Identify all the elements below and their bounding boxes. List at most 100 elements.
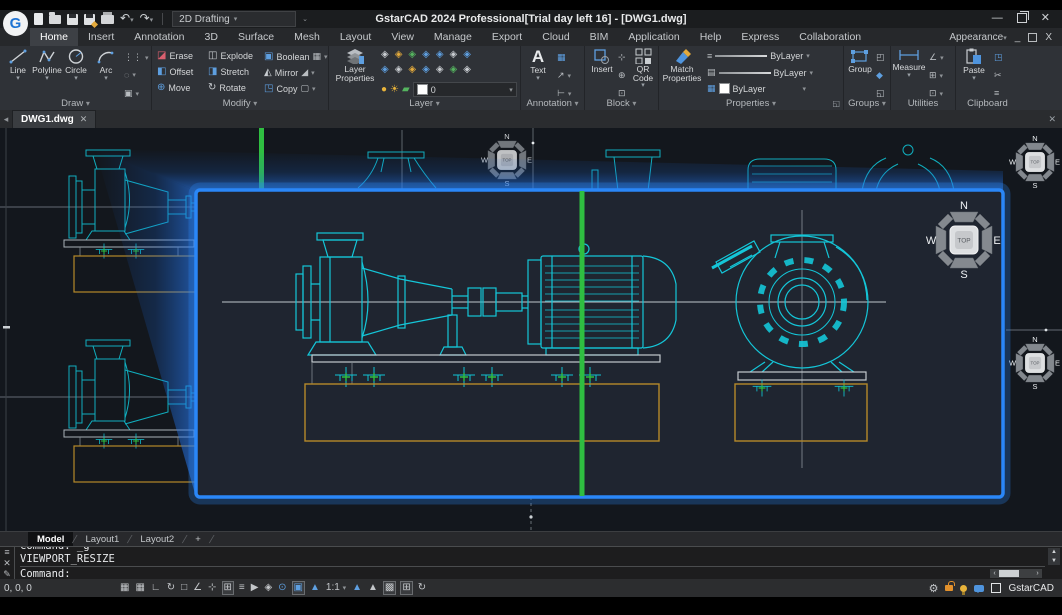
command-horizontal-scrollbar[interactable]: ‹ ›	[990, 569, 1042, 578]
paste-button[interactable]: Paste▾	[960, 48, 988, 94]
tab-layout[interactable]: Layout	[330, 28, 382, 46]
match-properties-button[interactable]: Match Properties	[663, 48, 701, 94]
tab-surface[interactable]: Surface	[228, 28, 284, 46]
tab-scroll-left-icon[interactable]: ◂	[0, 110, 12, 128]
stretch-button[interactable]: ◨Stretch	[208, 67, 249, 77]
docbar-close-icon[interactable]: ✕	[1048, 110, 1062, 128]
draw-more-tools[interactable]: ⋮⋮▾	[124, 52, 149, 63]
boolean-button[interactable]: ▣Boolean▦▾	[264, 51, 328, 62]
mirror-button[interactable]: ◭Mirror◢▾	[264, 67, 315, 78]
arc-button[interactable]: Arc▾	[92, 48, 120, 94]
layer-tools-row2[interactable]: ◈◈◈◈◈◈◈	[381, 65, 471, 75]
qr-code-button[interactable]: QR Code▾	[629, 48, 657, 94]
line-button[interactable]: Line▾	[4, 48, 32, 94]
utility-angle-tool[interactable]: ∠▾	[929, 52, 944, 63]
layer-thaw-icon[interactable]: ☀	[390, 85, 399, 95]
qat-customize-icon[interactable]: ⌄	[302, 15, 308, 23]
tab-insert[interactable]: Insert	[78, 28, 124, 46]
tab-view[interactable]: View	[381, 28, 424, 46]
draw-ellipse-tools[interactable]: ◌▾	[124, 70, 136, 80]
circle-button[interactable]: Circle▾	[62, 48, 90, 94]
selection-cycling-icon[interactable]: ▶	[250, 582, 260, 594]
polar-tracking-icon[interactable]: ↻	[166, 582, 176, 594]
group-button[interactable]: Group	[846, 48, 874, 94]
paste-special-tool[interactable]: ≡	[994, 88, 999, 98]
tab-home[interactable]: Home	[30, 28, 78, 46]
lineweight-display-icon[interactable]: ≡	[238, 582, 246, 594]
tab-layout2[interactable]: Layout2	[131, 532, 183, 547]
panel-label-properties[interactable]: Properties ▾	[659, 98, 843, 109]
panel-label-block[interactable]: Block ▾	[585, 98, 658, 109]
isolate-objects-icon[interactable]: ◈	[263, 582, 273, 594]
appearance-menu[interactable]: Appearance▾	[949, 32, 1006, 43]
block-attribute-tool[interactable]: ⊹	[618, 52, 626, 63]
workspace-switcher[interactable]: 2D Drafting ▾	[172, 11, 296, 27]
annotation-scale-icon[interactable]: ▲	[309, 582, 321, 594]
lineweight-row[interactable]: ▤ByLayer▾	[707, 67, 813, 78]
panel-label-draw[interactable]: Draw ▾	[0, 98, 151, 109]
copy-clip-tool[interactable]: ◳	[994, 52, 1003, 63]
tab-model[interactable]: Model	[28, 532, 73, 547]
scroll-right-icon[interactable]: ›	[1033, 569, 1042, 578]
tab-add-layout[interactable]: +	[186, 532, 210, 547]
doc-close-button[interactable]: X	[1045, 32, 1052, 43]
annotation-leader-tool[interactable]: ↗▾	[557, 70, 571, 81]
command-close-icon[interactable]: ✕	[3, 559, 11, 568]
command-vertical-spinner[interactable]: ▲▼	[1048, 548, 1060, 565]
app-logo[interactable]: G	[3, 11, 28, 36]
tab-cloud[interactable]: Cloud	[532, 28, 579, 46]
scroll-left-icon[interactable]: ‹	[990, 569, 999, 578]
restore-button[interactable]	[1017, 13, 1027, 26]
settings-gear-icon[interactable]: ⚙	[929, 582, 939, 595]
unlock-icon[interactable]	[945, 585, 953, 591]
workspace-grid-icon[interactable]: ▩	[383, 581, 396, 595]
annotation-visibility-icon[interactable]: ▲	[351, 582, 363, 594]
layer-properties-button[interactable]: Layer Properties	[333, 48, 377, 94]
redo-icon[interactable]: ↷▾	[140, 12, 154, 27]
open-file-icon[interactable]	[49, 15, 61, 24]
rotate-button[interactable]: ↻Rotate	[208, 83, 246, 93]
utility-calculator-tool[interactable]: ⊞▾	[929, 70, 943, 81]
quick-properties-icon[interactable]: ⊞	[400, 581, 412, 595]
viewport-tool-icon[interactable]: ▣	[292, 581, 305, 595]
cut-clip-tool[interactable]: ✂	[994, 70, 1002, 81]
group-edit-tool[interactable]: ◆	[876, 70, 883, 81]
auto-annotation-icon[interactable]: ▲	[367, 582, 379, 594]
tab-application[interactable]: Application	[618, 28, 689, 46]
properties-dialog-launcher[interactable]: ◱	[832, 99, 840, 108]
tab-manage[interactable]: Manage	[424, 28, 482, 46]
layer-dropdown[interactable]: 0 ▾	[413, 82, 517, 97]
close-button[interactable]: ✕	[1041, 13, 1050, 26]
object-tracking-icon[interactable]: ⊹	[207, 582, 217, 594]
annotation-table-tool[interactable]: ▦	[557, 52, 566, 63]
doc-minimize-button[interactable]: _	[1015, 32, 1021, 43]
scroll-thumb[interactable]	[999, 570, 1019, 577]
tab-help[interactable]: Help	[690, 28, 732, 46]
annotation-scale-value[interactable]: 1:1 ▾	[325, 582, 347, 595]
erase-button[interactable]: ◪Erase	[157, 51, 193, 61]
document-tab-dwg1[interactable]: DWG1.dwg ✕	[12, 110, 96, 128]
fullscreen-frame-icon[interactable]	[991, 583, 1001, 593]
feedback-chat-icon[interactable]	[974, 585, 984, 592]
tab-3d[interactable]: 3D	[195, 28, 228, 46]
tab-layout1[interactable]: Layout1	[77, 532, 129, 547]
explode-button[interactable]: ◫Explode	[208, 51, 253, 61]
tips-bulb-icon[interactable]	[960, 585, 967, 592]
drawing-canvas[interactable]: TOP N S W E	[0, 128, 1062, 531]
layer-tools-row1[interactable]: ◈◈◈◈◈◈◈	[381, 50, 471, 60]
minimize-button[interactable]: —	[992, 13, 1003, 26]
save-icon[interactable]	[67, 14, 78, 25]
command-text-area[interactable]: Command: _g VIEWPORT_RESIZE Command:	[16, 547, 1045, 580]
dynamic-ucs-icon[interactable]: ⊞	[222, 581, 234, 595]
new-file-icon[interactable]	[34, 13, 43, 25]
panel-label-layer[interactable]: Layer ▾	[329, 98, 520, 109]
snap-mode-icon[interactable]: ▦	[119, 582, 130, 594]
panel-label-clipboard[interactable]: Clipboard	[956, 98, 1019, 109]
object-snap-icon[interactable]: □	[180, 582, 188, 594]
insert-button[interactable]: Insert	[588, 48, 616, 94]
panel-label-annotation[interactable]: Annotation ▾	[521, 98, 584, 109]
tab-annotation[interactable]: Annotation	[124, 28, 194, 46]
block-edit-tool[interactable]: ⊕	[618, 70, 626, 81]
clean-screen-icon[interactable]: ↻	[417, 582, 427, 594]
move-button[interactable]: ⊕Move	[157, 83, 190, 93]
